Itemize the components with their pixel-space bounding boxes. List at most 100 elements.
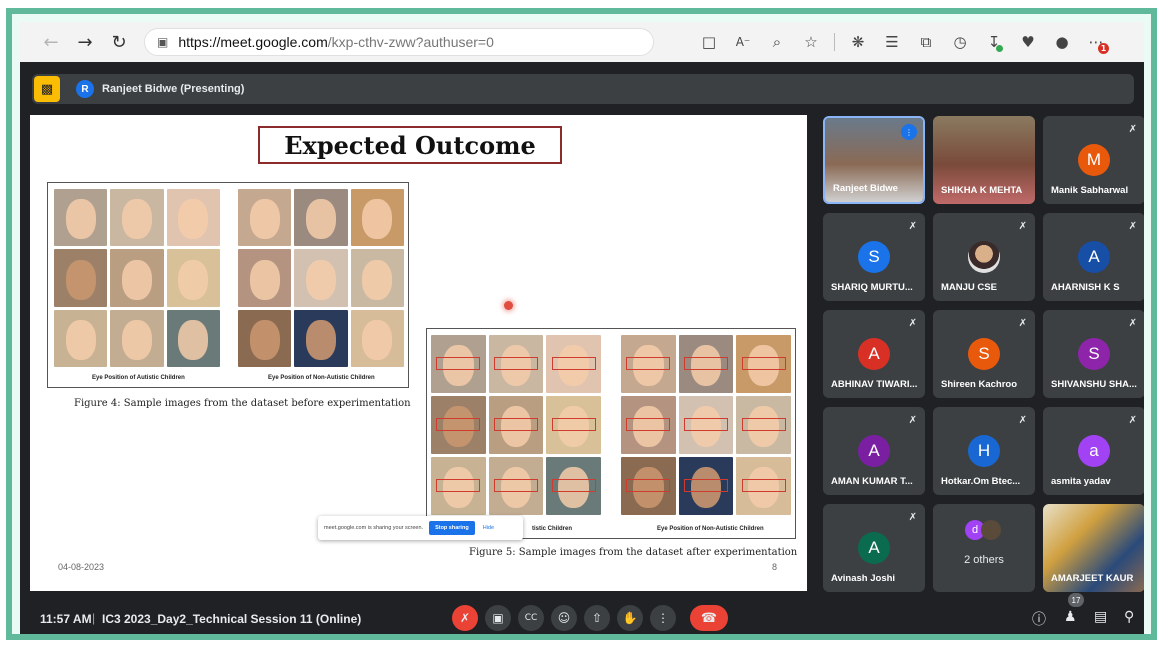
mic-off-icon: ✗ — [908, 512, 917, 523]
participant-tile[interactable]: ✗ MANJU CSE — [933, 213, 1035, 301]
mic-off-icon: ✗ — [1128, 221, 1137, 232]
address-bar[interactable]: ▣ https://meet.google.com/kxp-cthv-zww?a… — [144, 28, 654, 56]
participant-tile[interactable]: ✗ A Avinash Joshi — [823, 504, 925, 592]
settings-more-icon[interactable]: ⋯ 1 — [1081, 28, 1111, 56]
presentation-icon[interactable]: ▩ — [34, 76, 60, 102]
stop-sharing-button[interactable]: Stop sharing — [429, 521, 475, 535]
face-image — [294, 249, 348, 307]
participant-name: SHIKHA K MEHTA — [941, 185, 1023, 196]
zoom-icon[interactable]: ⌕ — [762, 28, 792, 56]
favorite-add-icon[interactable]: ☆ — [796, 28, 826, 56]
browser-toolbar: ← → ↻ ▣ https://meet.google.com/kxp-cthv… — [20, 22, 1144, 62]
slide-date: 04-08-2023 — [58, 562, 105, 572]
others-tile[interactable]: d 2 others — [933, 504, 1035, 592]
more-options-icon[interactable]: ⋮ — [650, 605, 676, 631]
emoji-icon[interactable]: ☺ — [551, 605, 577, 631]
face-image — [678, 335, 734, 393]
participant-tile[interactable]: ✗ M Manik Sabharwal — [1043, 116, 1144, 204]
camera-status-icon[interactable]: □ — [694, 28, 724, 56]
chat-icon[interactable]: ▤ — [1094, 609, 1107, 625]
extensions-icon[interactable]: ❋ — [843, 28, 873, 56]
camera-icon[interactable]: ▣ — [485, 605, 511, 631]
eye-box — [436, 357, 481, 370]
lock-icon[interactable]: ▣ — [157, 35, 168, 49]
participant-tile[interactable]: ✗ A AMAN KUMAR T... — [823, 407, 925, 495]
collections-icon[interactable]: ⧉ — [911, 28, 941, 56]
face-image — [488, 396, 544, 454]
participant-tile[interactable]: ✗ S SHIVANSHU SHA... — [1043, 310, 1144, 398]
eye-box — [551, 479, 596, 492]
eye-box — [741, 479, 786, 492]
face-image — [350, 309, 404, 367]
eye-box — [741, 357, 786, 370]
read-aloud-icon[interactable]: A⁻ — [728, 28, 758, 56]
figure5-autistic-grid — [431, 335, 601, 515]
url-path: /kxp-cthv-zww?authuser=0 — [327, 34, 494, 50]
mic-off-icon[interactable]: ✗ — [452, 605, 478, 631]
participant-tile[interactable]: SHIKHA K MEHTA — [933, 116, 1035, 204]
panel-caption: Eye Position of Autistic Children — [92, 375, 185, 381]
face-image — [166, 189, 220, 247]
profile-icon[interactable]: ● — [1047, 28, 1077, 56]
end-call-icon[interactable]: ☎ — [690, 605, 728, 631]
participant-name: AMAN KUMAR T... — [831, 476, 913, 487]
participant-tile[interactable]: ✗ a asmita yadav — [1043, 407, 1144, 495]
host-controls-icon[interactable]: ⚲ — [1124, 609, 1134, 625]
captions-icon[interactable]: CC — [518, 605, 544, 631]
eye-box — [684, 418, 728, 431]
meeting-info-icon[interactable]: ⓘ — [1032, 609, 1046, 629]
mic-off-icon: ✗ — [908, 318, 917, 329]
participant-avatar: a — [1078, 435, 1110, 467]
participant-tile[interactable]: AMARJEET KAUR — [1043, 504, 1144, 592]
toolbar-divider — [834, 33, 835, 51]
face-image — [238, 249, 292, 307]
forward-icon[interactable]: → — [68, 27, 102, 57]
face-image — [294, 309, 348, 367]
reload-icon[interactable]: ↻ — [102, 27, 136, 57]
meet-window: ← → ↻ ▣ https://meet.google.com/kxp-cthv… — [20, 22, 1144, 634]
participant-name: Shireen Kachroo — [941, 379, 1018, 390]
face-image — [546, 396, 601, 454]
people-icon[interactable]: ♟ — [1064, 609, 1077, 625]
history-icon[interactable]: ◷ — [945, 28, 975, 56]
figure5-panel: tistic Children Eye Position of Non-Auti… — [426, 328, 796, 539]
participant-tile[interactable]: ✗ A AHARNISH K S — [1043, 213, 1144, 301]
participant-name: asmita yadav — [1051, 476, 1111, 487]
download-status-dot — [996, 45, 1003, 52]
participant-name: AHARNISH K S — [1051, 282, 1120, 293]
meet-control-bar: 11:57 AM | IC3 2023_Day2_Technical Sessi… — [20, 593, 1144, 634]
participant-name: ABHINAV TIWARI... — [831, 379, 918, 390]
figure4-caption: Figure 4: Sample images from the dataset… — [74, 398, 411, 409]
participant-tile[interactable]: ✗ H Hotkar.Om Btec... — [933, 407, 1035, 495]
face-image — [54, 309, 108, 367]
eye-box — [494, 479, 538, 492]
participant-tile[interactable]: ✗ A ABHINAV TIWARI... — [823, 310, 925, 398]
face-image — [166, 249, 220, 307]
participant-avatar: H — [968, 435, 1000, 467]
participant-name: AMARJEET KAUR — [1051, 573, 1134, 584]
eye-box — [551, 418, 596, 431]
hide-link[interactable]: Hide — [483, 525, 494, 531]
raise-hand-icon[interactable]: ✋ — [617, 605, 643, 631]
participant-tile[interactable]: ✗ S SHARIQ MURTU... — [823, 213, 925, 301]
face-image — [54, 189, 108, 247]
present-icon[interactable]: ⇧ — [584, 605, 610, 631]
downloads-icon[interactable]: ↧ — [979, 28, 1009, 56]
participant-avatar: S — [1078, 338, 1110, 370]
screen-share-notice: meet.google.com is sharing your screen. … — [318, 516, 523, 540]
others-label: 2 others — [964, 554, 1004, 566]
mic-off-icon: ✗ — [1128, 124, 1137, 135]
presenting-bar: ▩ R Ranjeet Bidwe (Presenting) — [32, 74, 1134, 104]
participant-tile[interactable]: ✗ S Shireen Kachroo — [933, 310, 1035, 398]
face-image — [678, 396, 734, 454]
panel-caption: Eye Position of Non-Autistic Children — [268, 375, 375, 381]
face-image — [294, 189, 348, 247]
face-image — [736, 457, 791, 515]
favorites-icon[interactable]: ☰ — [877, 28, 907, 56]
face-image — [431, 396, 486, 454]
participant-name: Ranjeet Bidwe — [833, 183, 898, 194]
browser-essentials-icon[interactable]: ♥ — [1013, 28, 1043, 56]
participant-tile[interactable]: ⋮ Ranjeet Bidwe — [823, 116, 925, 204]
back-icon[interactable]: ← — [34, 27, 68, 57]
mic-off-icon: ✗ — [908, 415, 917, 426]
